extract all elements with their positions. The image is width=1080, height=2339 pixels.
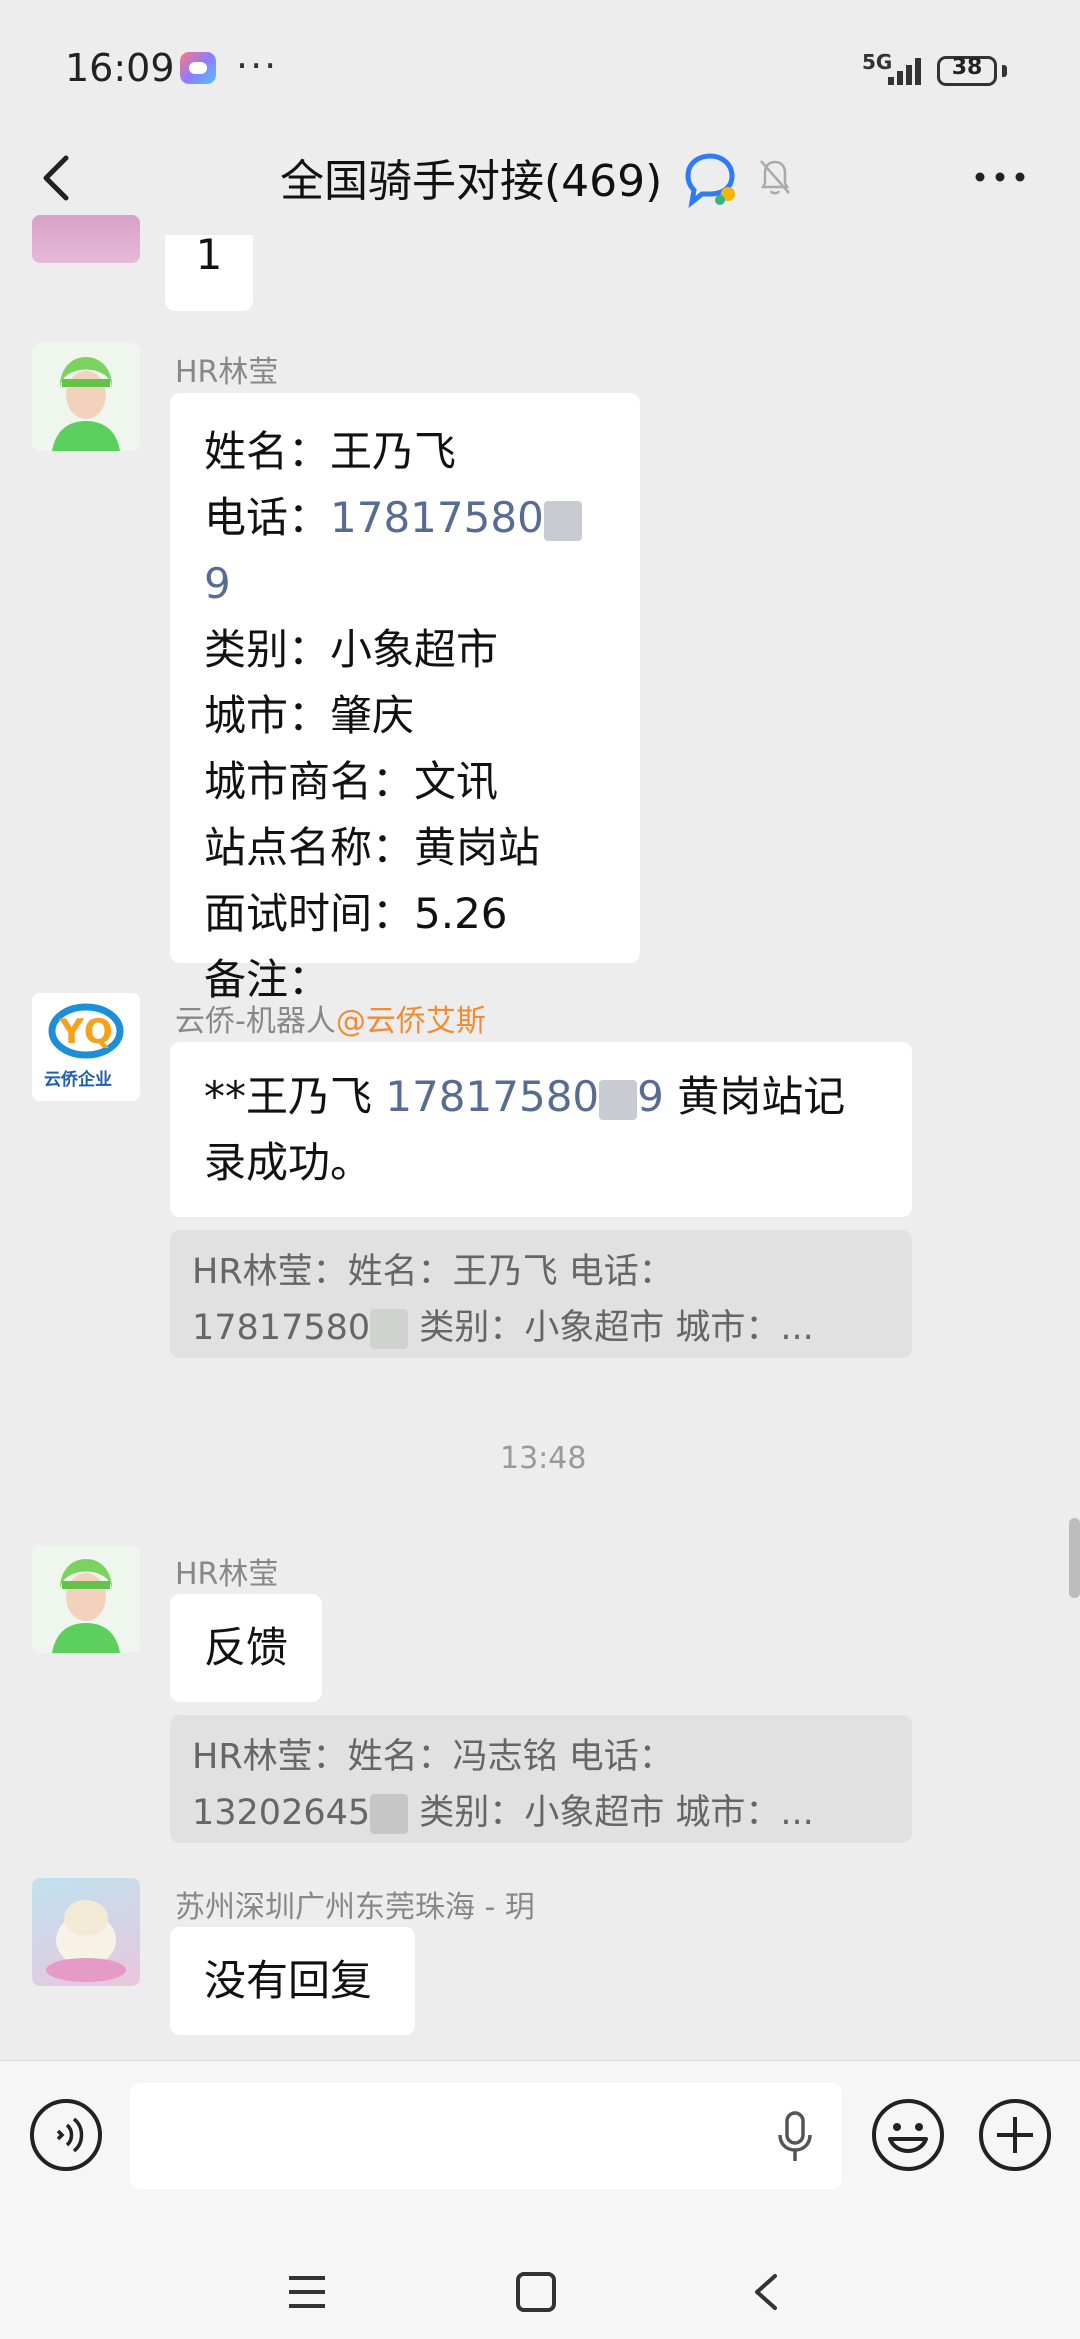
quote-line: 13202645 类别：小象超市 城市：... (192, 1793, 814, 1834)
quote-line: HR林莹：姓名：冯志铭 电话： (192, 1737, 674, 1777)
battery-tip (1002, 65, 1007, 77)
form-line-category: 类别：小象超市 (204, 625, 499, 674)
scrollbar-thumb[interactable] (1069, 1518, 1080, 1598)
message-input[interactable] (130, 2083, 842, 2189)
message-text: 没有回复 (204, 1956, 373, 2005)
form-line-merchant: 城市商名：文讯 (204, 757, 499, 806)
redacted-digits (370, 1794, 409, 1834)
message-bubble[interactable]: 1 (165, 234, 253, 311)
message-bubble[interactable]: 反馈 (170, 1594, 322, 1702)
signal-icon (888, 58, 921, 85)
avatar[interactable] (32, 1878, 140, 1986)
nav-home-button[interactable] (514, 2270, 558, 2314)
quote-line: 17817580 类别：小象超市 城市：... (192, 1308, 814, 1349)
message-text: 1 (195, 230, 223, 279)
emoji-button[interactable] (870, 2097, 946, 2173)
system-nav-bar (0, 2210, 1080, 2339)
bell-off-icon (760, 160, 790, 195)
avatar-robot[interactable]: YQ 云侨企业 (32, 993, 140, 1101)
sender-name: HR林莹 (175, 355, 279, 390)
form-line-phone: 电话：178175809 (204, 485, 606, 617)
message-bubble[interactable]: **王乃飞 17817580 9 黄岗站记 录成功。 (170, 1042, 912, 1217)
nav-menu-button[interactable] (285, 2272, 329, 2312)
form-line-city: 城市：肇庆 (204, 691, 415, 740)
form-line-station: 站点名称：黄岗站 (204, 823, 541, 872)
message-text: 反馈 (204, 1623, 289, 1672)
status-more-dots: ··· (236, 44, 279, 88)
add-button[interactable] (977, 2097, 1053, 2173)
sender-name: 苏州深圳广州东莞珠海 - 玥 (175, 1890, 535, 1925)
timestamp: 13:48 (500, 1441, 587, 1476)
status-time: 16:09 (65, 46, 175, 90)
form-line-name: 姓名：王乃飞 (204, 427, 457, 476)
message-input-bar (0, 2060, 1080, 2211)
group-chat-icon[interactable] (680, 150, 740, 208)
avatar-image (32, 343, 140, 451)
redacted-digits (599, 1079, 638, 1120)
quote-line: HR林莹：姓名：王乃飞 电话： (192, 1252, 674, 1292)
redacted-digits (543, 500, 582, 541)
message-line: **王乃飞 17817580 9 黄岗站记 (204, 1072, 846, 1121)
back-button[interactable] (32, 150, 82, 205)
message-line: 录成功。 (204, 1138, 373, 1187)
avatar-logo-text: 云侨企业 (44, 1070, 112, 1090)
avatar[interactable] (32, 215, 140, 263)
mic-icon[interactable] (775, 2109, 815, 2165)
svg-text:YQ: YQ (58, 1012, 113, 1052)
chat-title: 全国骑手对接(469) (280, 156, 663, 207)
sender-name: 云侨-机器人@云侨艾斯 (175, 1004, 486, 1039)
message-bubble[interactable]: 没有回复 (170, 1927, 415, 2035)
voice-input-button[interactable] (28, 2097, 104, 2173)
avatar-image (32, 1545, 140, 1653)
quoted-message[interactable]: HR林莹：姓名：冯志铭 电话： 13202645 类别：小象超市 城市：... (170, 1715, 912, 1843)
game-app-icon (180, 52, 216, 84)
quoted-message[interactable]: HR林莹：姓名：王乃飞 电话： 17817580 类别：小象超市 城市：... (170, 1230, 912, 1358)
sender-name: HR林莹 (175, 1557, 279, 1592)
avatar-image (46, 1900, 126, 1982)
avatar-hr-linying[interactable] (32, 343, 140, 451)
form-line-interview-time: 面试时间：5.26 (204, 889, 508, 938)
nav-back-button[interactable] (745, 2270, 789, 2314)
battery-level: 38 (951, 55, 983, 80)
message-bubble[interactable]: 姓名：王乃飞 电话：178175809 类别：小象超市 城市：肇庆 城市商名：文… (170, 393, 640, 1004)
redacted-digits (370, 1309, 409, 1349)
avatar-hr-linying[interactable] (32, 1545, 140, 1653)
status-bar: 16:09 ··· 5G 38 (0, 0, 1080, 135)
phone-link[interactable]: 178175809 (385, 1072, 664, 1121)
more-options-button[interactable] (970, 155, 1030, 199)
mention-tag[interactable]: @云侨艾斯 (336, 1004, 486, 1039)
battery-icon: 38 (937, 55, 997, 86)
